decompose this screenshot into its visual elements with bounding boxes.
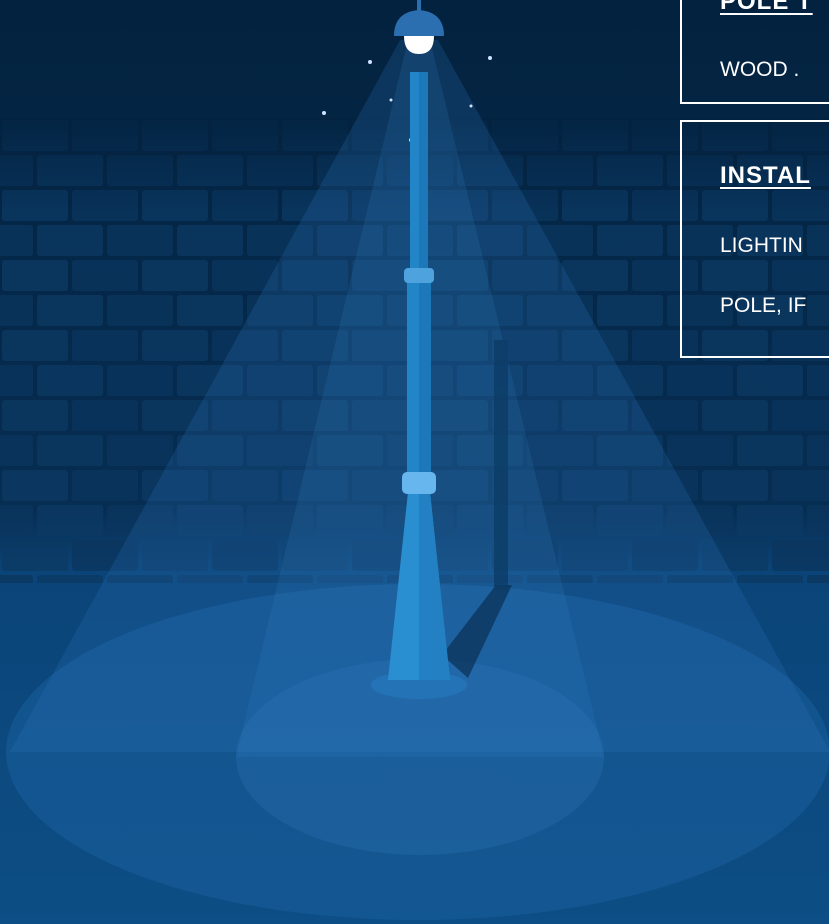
star-icon — [389, 98, 393, 102]
installation-card: INSTAL LIGHTIN POLE, IF — [680, 120, 829, 358]
star-icon — [488, 56, 492, 60]
pole-collar — [402, 472, 436, 494]
pole-type-value: WOOD . — [720, 58, 800, 81]
pole-type-card: POLE T WOOD . — [680, 0, 829, 104]
installation-text-line: POLE, IF — [720, 294, 807, 317]
pole-type-heading: POLE T — [720, 0, 813, 15]
installation-text-line: LIGHTIN — [720, 234, 803, 257]
star-icon — [368, 60, 372, 64]
pole-collar — [404, 268, 434, 283]
star-icon — [469, 104, 473, 108]
installation-heading: INSTAL — [720, 162, 811, 189]
star-icon — [322, 111, 326, 115]
